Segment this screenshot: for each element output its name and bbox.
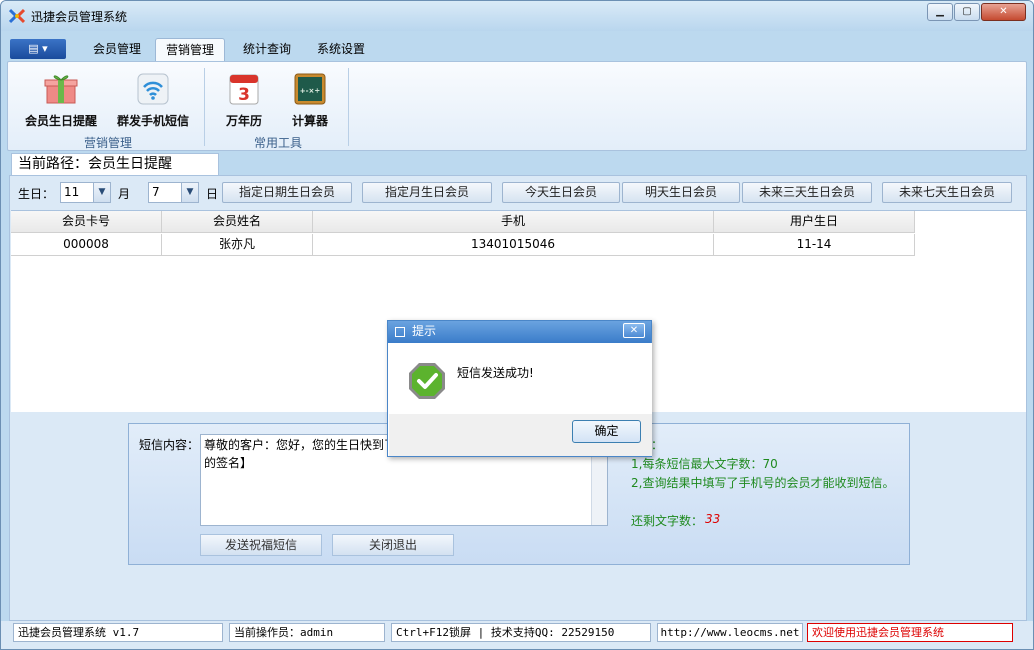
specified-month-birthday-button[interactable]: 指定月生日会员 — [362, 182, 492, 203]
month-label: 月 — [118, 187, 131, 201]
hint-max-chars: 1,每条短信最大文字数：70 — [631, 457, 778, 471]
gift-icon — [44, 75, 78, 104]
minimize-button[interactable]: ▁ — [927, 3, 953, 21]
calendar-day-number: 3 — [238, 85, 250, 105]
status-support: Ctrl+F12锁屏 | 技术支持QQ: 22529150 — [391, 623, 651, 642]
send-greeting-sms-button[interactable]: 发送祝福短信 — [200, 534, 322, 556]
status-version: 迅捷会员管理系统 v1.7 — [13, 623, 223, 642]
main-window: 迅捷会员管理系统 ▁ ▢ ✕ ▤ ▾ 会员管理 营销管理 统计查询 系统设置 会… — [0, 0, 1034, 650]
day-select-value: 7 — [152, 185, 160, 199]
column-header-birthday[interactable]: 用户生日 — [714, 211, 915, 233]
bulk-sms-button[interactable]: 群发手机短信 — [110, 72, 196, 129]
next-three-days-birthday-button[interactable]: 未来三天生日会员 — [742, 182, 872, 203]
calculator-button[interactable]: +-×÷ 计算器 — [280, 72, 340, 129]
chevron-down-icon[interactable]: ▼ — [181, 183, 198, 202]
next-seven-days-birthday-button[interactable]: 未来七天生日会员 — [882, 182, 1012, 203]
cell-member-name: 张亦凡 — [162, 234, 313, 256]
close-button[interactable]: ✕ — [981, 3, 1026, 21]
app-menu-button[interactable]: ▤ ▾ — [10, 39, 66, 59]
hint-phone-required: 2,查询结果中填写了手机号的会员才能收到短信。 — [631, 476, 895, 490]
dialog-title: 提示 — [412, 324, 437, 338]
remaining-chars-value: 33 — [705, 512, 721, 526]
app-logo-icon — [9, 8, 25, 24]
status-operator: 当前操作员：admin — [229, 623, 385, 642]
sms-content-label: 短信内容： — [139, 438, 200, 452]
table-header: 会员卡号 会员姓名 手机 用户生日 — [11, 211, 915, 233]
message-dialog: 提示 ✕ 短信发送成功! 确定 — [387, 320, 652, 457]
ribbon-tab-bar: ▤ ▾ 会员管理 营销管理 统计查询 系统设置 — [7, 35, 1027, 61]
tab-marketing-management[interactable]: 营销管理 — [155, 38, 226, 61]
filter-bar: 生日： 11 ▼ 月 7 ▼ 日 指定日期生日会员 指定月生日会员 今天生日会员… — [10, 176, 1026, 210]
month-select-value: 11 — [64, 185, 80, 199]
wireless-icon — [137, 73, 169, 105]
dialog-message: 短信发送成功! — [457, 366, 534, 380]
calculator-label: 计算器 — [291, 114, 328, 128]
window-title: 迅捷会员管理系统 — [31, 10, 128, 24]
birthday-reminder-button[interactable]: 会员生日提醒 — [16, 72, 106, 129]
bulk-sms-label: 群发手机短信 — [116, 114, 189, 128]
maximize-button[interactable]: ▢ — [954, 3, 980, 21]
birthday-reminder-label: 会员生日提醒 — [24, 114, 97, 128]
ribbon-panel: 会员生日提醒 群发手机短信 营销管理 3 万年历 +-×÷ 计算器 常用工具 — [7, 61, 1027, 151]
tomorrow-birthday-button[interactable]: 明天生日会员 — [622, 182, 740, 203]
calendar-label: 万年历 — [225, 114, 262, 128]
tab-member-management[interactable]: 会员管理 — [83, 38, 151, 61]
chevron-down-icon[interactable]: ▼ — [93, 183, 110, 202]
day-select[interactable]: 7 ▼ — [148, 182, 199, 203]
month-select[interactable]: 11 ▼ — [60, 182, 111, 203]
current-path-tab[interactable]: 当前路径：会员生日提醒 — [11, 153, 219, 175]
day-label: 日 — [206, 187, 219, 201]
tab-statistics-query[interactable]: 统计查询 — [233, 38, 301, 61]
group-separator — [348, 68, 349, 146]
table-row[interactable]: 000008 张亦凡 13401015046 11-14 — [11, 234, 915, 256]
dialog-title-bar[interactable]: 提示 ✕ — [388, 321, 651, 343]
today-birthday-button[interactable]: 今天生日会员 — [502, 182, 620, 203]
status-website-link[interactable]: http://www.leocms.net — [657, 623, 803, 642]
remaining-chars-label: 还剩文字数： — [631, 514, 704, 528]
cell-card-number: 000008 — [11, 234, 162, 256]
status-welcome: 欢迎使用迅捷会员管理系统 — [807, 623, 1013, 642]
specified-date-birthday-button[interactable]: 指定日期生日会员 — [222, 182, 352, 203]
group-label-tools: 常用工具 — [253, 136, 302, 150]
check-icon — [409, 363, 445, 399]
dialog-footer: 确定 — [389, 414, 652, 456]
tab-system-settings[interactable]: 系统设置 — [307, 38, 375, 61]
title-bar[interactable]: 迅捷会员管理系统 ▁ ▢ ✕ — [1, 1, 1033, 31]
birthday-label: 生日： — [18, 187, 55, 201]
svg-text:+-×÷: +-×÷ — [300, 87, 321, 95]
calculator-icon: +-×÷ — [294, 73, 326, 105]
group-label-marketing: 营销管理 — [83, 136, 132, 150]
cell-birthday: 11-14 — [714, 234, 915, 256]
close-exit-button[interactable]: 关闭退出 — [332, 534, 454, 556]
group-separator — [204, 68, 205, 146]
calendar-button[interactable]: 3 万年历 — [214, 72, 274, 129]
window-icon — [395, 327, 405, 337]
column-header-card-number[interactable]: 会员卡号 — [11, 211, 162, 233]
cell-phone: 13401015046 — [313, 234, 714, 256]
dialog-close-button[interactable]: ✕ — [623, 323, 645, 338]
column-header-member-name[interactable]: 会员姓名 — [162, 211, 313, 233]
dialog-body: 短信发送成功! — [389, 343, 652, 414]
column-header-phone[interactable]: 手机 — [313, 211, 714, 233]
calendar-icon: 3 — [229, 74, 259, 105]
ok-button[interactable]: 确定 — [572, 420, 641, 443]
status-bar: 迅捷会员管理系统 v1.7 当前操作员：admin Ctrl+F12锁屏 | 技… — [1, 621, 1033, 649]
